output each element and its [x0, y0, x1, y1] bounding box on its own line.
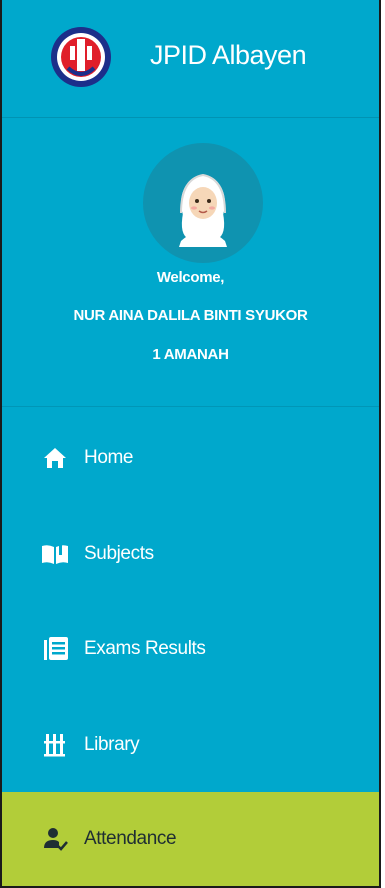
- user-profile: Welcome, NUR AINA DALILA BINTI SYUKOR 1 …: [2, 118, 379, 407]
- nav-item-exams-results[interactable]: Exams Results: [2, 601, 379, 697]
- nav-item-home[interactable]: Home: [2, 410, 379, 506]
- nav-label: Attendance: [84, 828, 177, 849]
- nav-item-attendance[interactable]: Attendance: [2, 792, 379, 886]
- student-name: NUR AINA DALILA BINTI SYUKOR: [73, 307, 308, 324]
- divider: [2, 406, 379, 407]
- nav-item-library[interactable]: Library: [2, 697, 379, 793]
- nav-label: Library: [84, 734, 140, 755]
- user-check-icon: [40, 824, 70, 854]
- school-crest-logo: [50, 26, 112, 88]
- nav-label: Home: [84, 447, 134, 468]
- list-icon: [40, 634, 70, 664]
- book-icon: [40, 539, 70, 569]
- student-class: 1 AMANAH: [152, 346, 229, 363]
- nav-label: Subjects: [84, 543, 154, 564]
- hijab-girl-avatar: [143, 143, 263, 263]
- brand-header[interactable]: JPID Albayen: [2, 0, 379, 118]
- nav-item-subjects[interactable]: Subjects: [2, 506, 379, 602]
- welcome-text: Welcome,: [156, 269, 225, 286]
- nav-label: Exams Results: [84, 638, 206, 659]
- app-title: JPID Albayen: [150, 40, 307, 70]
- home-icon: [40, 443, 70, 473]
- library-icon: [40, 730, 70, 760]
- sidebar: JPID Albayen Welcome, NUR AINA DALILA BI…: [0, 0, 381, 888]
